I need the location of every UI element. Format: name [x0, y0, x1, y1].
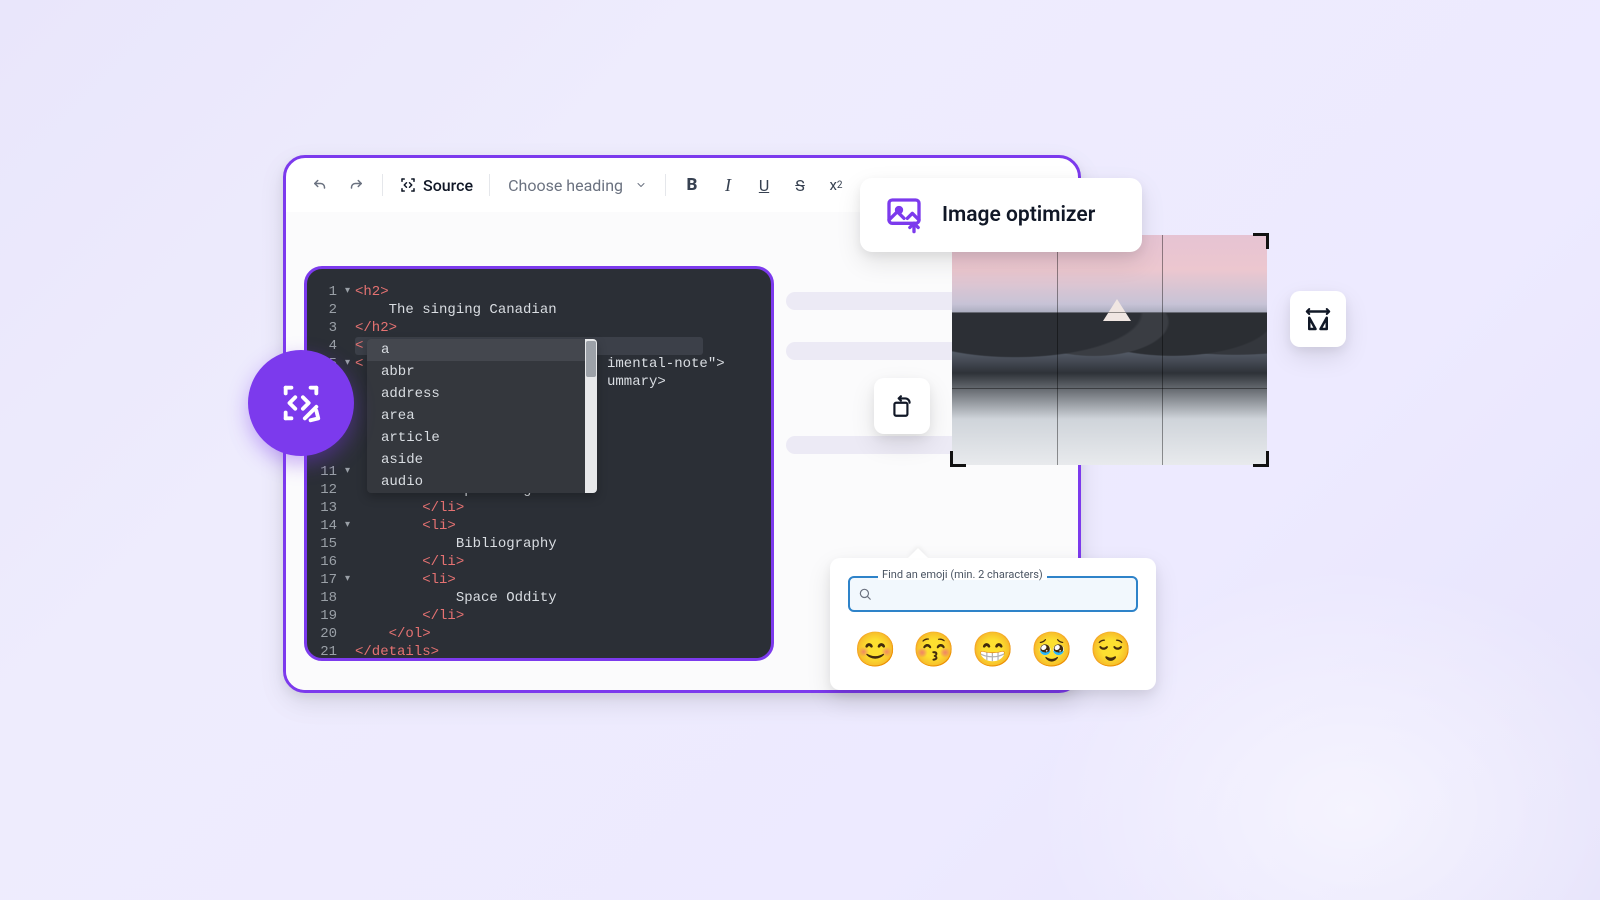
- underline-button[interactable]: U: [748, 169, 780, 201]
- undo-icon: [311, 176, 329, 194]
- autocomplete-item[interactable]: abbr: [367, 361, 597, 383]
- autocomplete-item[interactable]: article: [367, 427, 597, 449]
- emoji-option[interactable]: 😊: [854, 630, 896, 670]
- scrollbar[interactable]: [585, 339, 597, 493]
- image-optimizer-title: Image optimizer: [942, 203, 1095, 227]
- line-number: 19: [307, 607, 345, 625]
- undo-button[interactable]: [304, 169, 336, 201]
- line-number: 17: [307, 571, 345, 589]
- heading-label: Choose heading: [508, 176, 623, 195]
- source-button[interactable]: Source: [393, 169, 479, 201]
- flip-horizontal-icon: [1303, 304, 1333, 334]
- emoji-option[interactable]: 😌: [1090, 630, 1132, 670]
- autocomplete-item[interactable]: aside: [367, 449, 597, 471]
- emoji-option[interactable]: 😁: [972, 630, 1014, 670]
- line-number: 16: [307, 553, 345, 571]
- crop-handle-tr[interactable]: [1253, 233, 1269, 249]
- emoji-search-field[interactable]: Find an emoji (min. 2 characters): [848, 576, 1138, 612]
- line-number: 18: [307, 589, 345, 607]
- bold-button[interactable]: B: [676, 169, 708, 201]
- line-number: 3: [307, 319, 345, 337]
- rotate-left-button[interactable]: [874, 378, 930, 434]
- strikethrough-button[interactable]: S: [784, 169, 816, 201]
- search-icon: [858, 587, 872, 601]
- chevron-down-icon: [635, 179, 647, 191]
- autocomplete-item[interactable]: audio: [367, 471, 597, 493]
- separator: [665, 174, 666, 196]
- source-label: Source: [423, 176, 473, 195]
- line-number: 14: [307, 517, 345, 535]
- redo-button[interactable]: [340, 169, 372, 201]
- image-crop-preview[interactable]: [952, 235, 1267, 465]
- image-optimizer-card: Image optimizer: [860, 178, 1142, 252]
- italic-button[interactable]: I: [712, 169, 744, 201]
- source-edit-fab[interactable]: [248, 350, 354, 456]
- rotate-left-icon: [889, 393, 915, 419]
- crop-handle-bl[interactable]: [950, 451, 966, 467]
- line-number: 21: [307, 643, 345, 661]
- line-number: 20: [307, 625, 345, 643]
- flip-horizontal-button[interactable]: [1290, 291, 1346, 347]
- subscript-button[interactable]: x2: [820, 169, 852, 201]
- autocomplete-item[interactable]: address: [367, 383, 597, 405]
- separator: [382, 174, 383, 196]
- emoji-picker: Find an emoji (min. 2 characters) 😊 😚 😁 …: [830, 558, 1156, 690]
- line-number: 15: [307, 535, 345, 553]
- emoji-search-input[interactable]: [878, 586, 1128, 603]
- line-number: 2: [307, 301, 345, 319]
- source-edit-icon: [278, 380, 324, 426]
- image-upload-icon: [884, 195, 924, 235]
- preview-image: [952, 235, 1267, 465]
- line-number: 13: [307, 499, 345, 517]
- code-editor[interactable]: imental-note"> ummary> 1▾<h2> 2 The sing…: [304, 266, 774, 661]
- crop-handle-br[interactable]: [1253, 451, 1269, 467]
- source-code-icon: [399, 176, 417, 194]
- line-number: 11: [307, 463, 345, 481]
- emoji-option[interactable]: 🥹: [1031, 630, 1073, 670]
- line-number: 12: [307, 481, 345, 499]
- autocomplete-popup: a abbr address area article aside audio: [367, 339, 597, 493]
- emoji-search-legend: Find an emoji (min. 2 characters): [878, 569, 1047, 580]
- autocomplete-item[interactable]: a: [367, 339, 597, 361]
- emoji-row: 😊 😚 😁 🥹 😌: [848, 612, 1138, 680]
- heading-dropdown[interactable]: Choose heading: [500, 169, 655, 201]
- separator: [489, 174, 490, 196]
- code-ghost-text: ummary>: [607, 373, 666, 391]
- autocomplete-item[interactable]: area: [367, 405, 597, 427]
- redo-icon: [347, 176, 365, 194]
- line-number: 1: [307, 283, 345, 301]
- emoji-option[interactable]: 😚: [913, 630, 955, 670]
